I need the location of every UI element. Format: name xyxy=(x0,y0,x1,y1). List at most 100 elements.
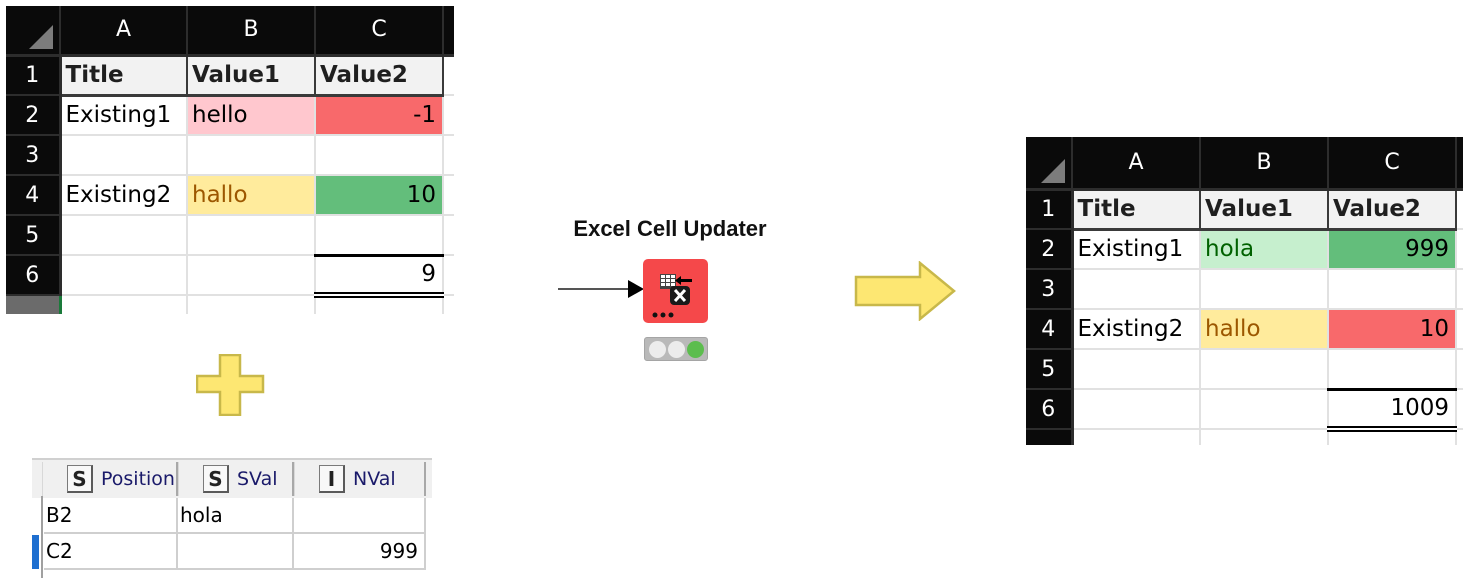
cell-c6-total[interactable]: 9 xyxy=(315,255,444,298)
cell-sval[interactable] xyxy=(178,534,294,570)
integer-type-icon: I xyxy=(319,465,345,493)
cell-b4[interactable]: hallo xyxy=(187,175,316,216)
cell-c5[interactable] xyxy=(315,215,444,257)
cell-a5[interactable] xyxy=(1072,349,1201,390)
cell-b1[interactable]: Value1 xyxy=(1200,189,1329,231)
cell-a7[interactable] xyxy=(60,295,188,314)
cell-a1[interactable]: Title xyxy=(1072,189,1201,231)
row-header-1[interactable]: 1 xyxy=(1026,189,1074,230)
cell-b4[interactable]: hallo xyxy=(1200,309,1329,350)
cell-c5[interactable] xyxy=(1328,349,1457,391)
input-spreadsheet: A B C 1 Title Value1 Value2 2 Existing1 … xyxy=(6,6,454,314)
column-header-c[interactable]: C xyxy=(1328,137,1457,191)
row-header-4[interactable]: 4 xyxy=(6,175,62,216)
cell-d2[interactable] xyxy=(443,95,454,136)
column-header-a[interactable]: A xyxy=(1072,137,1201,191)
cell-a2[interactable]: Existing1 xyxy=(1072,229,1201,270)
cell-d7[interactable] xyxy=(443,295,454,314)
column-header-d[interactable] xyxy=(1456,137,1463,191)
cell-a3[interactable] xyxy=(60,135,188,176)
cell-a4[interactable]: Existing2 xyxy=(1072,309,1201,350)
select-all-corner[interactable] xyxy=(6,6,61,57)
cell-c7[interactable] xyxy=(1328,429,1457,445)
cell-position[interactable]: C2 xyxy=(44,534,178,570)
column-header-b[interactable]: B xyxy=(1200,137,1329,191)
column-header-position[interactable]: S Position xyxy=(42,462,178,496)
cell-b5[interactable] xyxy=(1200,349,1329,390)
cell-a4[interactable]: Existing2 xyxy=(60,175,188,216)
cell-c4[interactable]: 10 xyxy=(1328,309,1457,350)
table-row[interactable]: B2 hola xyxy=(42,498,432,534)
row-header-4[interactable]: 4 xyxy=(1026,309,1074,350)
cell-d7[interactable] xyxy=(1456,429,1463,445)
column-header-nval[interactable]: I NVal xyxy=(294,462,426,496)
cell-position[interactable]: B2 xyxy=(44,498,178,534)
row-header-3[interactable]: 3 xyxy=(6,135,62,176)
cell-c2[interactable]: 999 xyxy=(1328,229,1457,270)
cell-c1[interactable]: Value2 xyxy=(1328,189,1457,231)
cell-b5[interactable] xyxy=(187,215,316,256)
cell-nval[interactable] xyxy=(294,498,426,534)
cell-d1[interactable] xyxy=(443,55,454,96)
cell-b3[interactable] xyxy=(187,135,316,176)
column-header-d[interactable] xyxy=(443,6,454,57)
table-row[interactable]: C2 999 xyxy=(42,534,432,570)
row-header-1[interactable]: 1 xyxy=(6,55,62,96)
row-header-5[interactable]: 5 xyxy=(1026,349,1074,390)
cell-b3[interactable] xyxy=(1200,269,1329,310)
row-header-5[interactable]: 5 xyxy=(6,215,62,256)
cell-d6[interactable] xyxy=(1456,389,1463,430)
row-header-7[interactable] xyxy=(6,295,62,314)
cell-a7[interactable] xyxy=(1072,429,1201,445)
cell-d4[interactable] xyxy=(1456,309,1463,350)
cell-a3[interactable] xyxy=(1072,269,1201,310)
column-header-c[interactable]: C xyxy=(315,6,444,57)
column-label: NVal xyxy=(353,468,396,490)
cell-d4[interactable] xyxy=(443,175,454,216)
cell-b6[interactable] xyxy=(187,255,316,296)
node-title: Excel Cell Updater xyxy=(573,216,767,241)
cell-b1[interactable]: Value1 xyxy=(187,55,316,97)
cell-sval[interactable]: hola xyxy=(178,498,294,534)
cell-c1[interactable]: Value2 xyxy=(315,55,444,97)
row-header-2[interactable]: 2 xyxy=(1026,229,1074,270)
cell-a6[interactable] xyxy=(60,255,188,296)
cell-d6[interactable] xyxy=(443,255,454,296)
cell-d3[interactable] xyxy=(1456,269,1463,310)
cell-d3[interactable] xyxy=(443,135,454,176)
cell-nval[interactable]: 999 xyxy=(294,534,426,570)
column-label: SVal xyxy=(237,468,278,490)
cell-c4[interactable]: 10 xyxy=(315,175,444,216)
row-header-7[interactable] xyxy=(1026,429,1074,445)
row-header-6[interactable]: 6 xyxy=(6,255,62,296)
cell-a5[interactable] xyxy=(60,215,188,256)
excel-cell-updater-node[interactable] xyxy=(643,259,708,323)
cell-c2[interactable]: -1 xyxy=(315,95,444,136)
cell-b2[interactable]: hola xyxy=(1200,229,1329,270)
cell-b7[interactable] xyxy=(1200,429,1329,445)
row-header-6[interactable]: 6 xyxy=(1026,389,1074,430)
cell-c3[interactable] xyxy=(1328,269,1457,310)
cell-c6-total[interactable]: 1009 xyxy=(1328,389,1457,432)
cell-a6[interactable] xyxy=(1072,389,1201,430)
input-port-arrow[interactable] xyxy=(628,280,644,298)
cell-b6[interactable] xyxy=(1200,389,1329,430)
select-all-corner[interactable] xyxy=(1026,137,1073,191)
cell-d1[interactable] xyxy=(1456,189,1463,230)
row-header-2[interactable]: 2 xyxy=(6,95,62,136)
cell-d5[interactable] xyxy=(1456,349,1463,390)
column-label: Position xyxy=(101,468,175,490)
column-header-b[interactable]: B xyxy=(187,6,316,57)
cell-a2[interactable]: Existing1 xyxy=(60,95,188,136)
cell-d2[interactable] xyxy=(1456,229,1463,270)
input-connection xyxy=(558,288,630,290)
cell-d5[interactable] xyxy=(443,215,454,256)
cell-c7[interactable] xyxy=(315,295,444,314)
column-header-sval[interactable]: S SVal xyxy=(178,462,294,496)
cell-b7[interactable] xyxy=(187,295,316,314)
cell-b2[interactable]: hello xyxy=(187,95,316,136)
row-header-3[interactable]: 3 xyxy=(1026,269,1074,310)
column-header-a[interactable]: A xyxy=(60,6,188,57)
cell-a1[interactable]: Title xyxy=(60,55,188,97)
cell-c3[interactable] xyxy=(315,135,444,176)
